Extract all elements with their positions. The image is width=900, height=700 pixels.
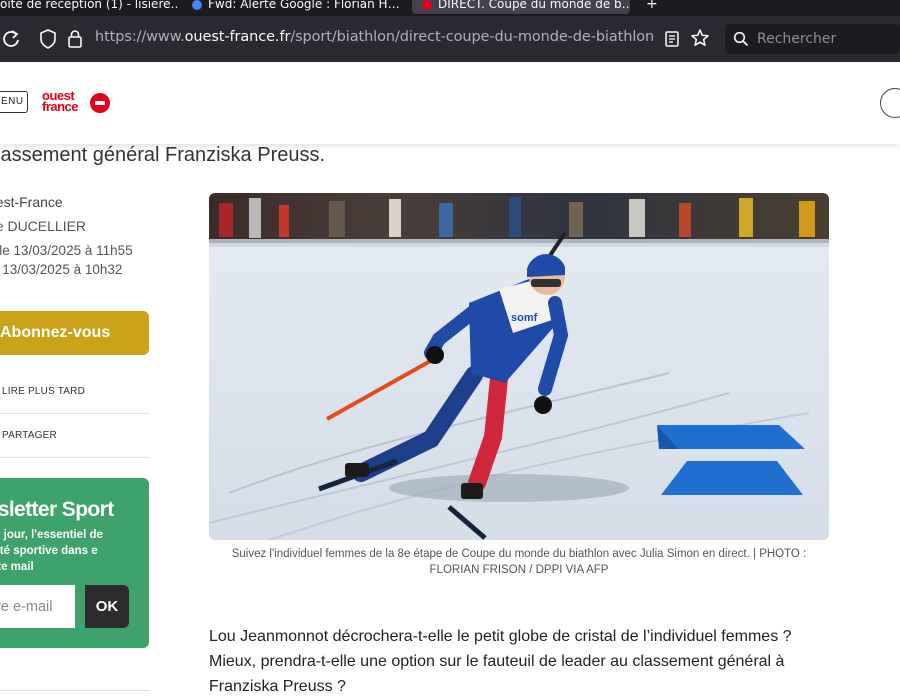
article-body-paragraph: Lou Jeanmonnot décrochera-t-elle le peti…: [209, 628, 792, 695]
browser-search-box[interactable]: Rechercher: [725, 24, 900, 54]
subscribe-button[interactable]: Abonnez-vous: [0, 311, 149, 355]
newsletter-title: wsletter Sport: [0, 498, 114, 521]
tab-inbox[interactable]: oîte de réception (1) - lisiere…: [0, 0, 178, 14]
url-domain: ouest-france.fr: [184, 29, 291, 45]
ouest-france-favicon-icon: [422, 0, 432, 10]
shield-icon[interactable]: [38, 28, 58, 50]
read-later-button[interactable]: LIRE PLUS TARD: [0, 370, 150, 414]
logo-text: ouest france: [42, 89, 79, 114]
article-modified-date: le 13/03/2025 à 10h32: [0, 262, 123, 277]
reload-icon[interactable]: [0, 28, 22, 50]
bib-text: somf: [511, 312, 538, 324]
tab-title: oîte de réception (1) - lisiere…: [0, 0, 178, 11]
logo-line-2: france: [42, 99, 79, 114]
article-source: uest-France: [0, 194, 63, 210]
tab-title: Fwd: Alerte Google : Florian H…: [208, 0, 400, 11]
url-prefix: https://www.: [95, 29, 185, 45]
share-button[interactable]: PARTAGER: [0, 414, 150, 458]
tab-active-article[interactable]: DIRECT. Coupe du monde de b…: [412, 0, 630, 14]
article-photo[interactable]: somf: [209, 193, 829, 540]
url-path: /sport/biathlon/direct-coupe-du-monde-de…: [290, 29, 655, 45]
newsletter-ok-button[interactable]: OK: [85, 585, 129, 628]
newsletter-box: wsletter Sport que jour, l'essentiel de …: [0, 478, 149, 648]
ouest-france-logo[interactable]: ouest france: [42, 89, 112, 116]
header-search-button[interactable]: [880, 88, 900, 118]
site-header: ENU ouest france: [0, 62, 900, 144]
browser-tab-bar: oîte de réception (1) - lisiere… Fwd: Al…: [0, 0, 900, 16]
tab-title: DIRECT. Coupe du monde de b…: [438, 0, 630, 11]
photo-caption: Suivez l'individuel femmes de la 8e étap…: [231, 548, 807, 576]
bookmark-star-icon[interactable]: [690, 28, 710, 48]
article-author[interactable]: ne DUCELLIER: [0, 218, 86, 234]
newsletter-description: que jour, l'essentiel de ualité sportive…: [0, 529, 103, 573]
search-placeholder: Rechercher: [757, 31, 837, 47]
lock-icon[interactable]: [66, 28, 84, 50]
tab-google-alert[interactable]: Fwd: Alerte Google : Florian H…: [192, 0, 400, 14]
reader-view-icon[interactable]: [664, 30, 680, 48]
newsletter-email-input[interactable]: [0, 585, 75, 628]
sidebar-divider: [0, 690, 150, 691]
search-icon: [733, 31, 749, 47]
menu-button[interactable]: ENU: [0, 91, 28, 113]
article-published-date: é le 13/03/2025 à 11h55: [0, 243, 133, 258]
google-icon: [192, 0, 202, 10]
logo-mark-icon: [90, 93, 110, 113]
url-bar[interactable]: https://www.ouest-france.fr/sport/biathl…: [95, 29, 655, 45]
article-lead: lassement général Franziska Preuss.: [0, 144, 326, 166]
new-tab-icon[interactable]: +: [646, 0, 658, 12]
browser-nav-bar: https://www.ouest-france.fr/sport/biathl…: [0, 16, 900, 62]
